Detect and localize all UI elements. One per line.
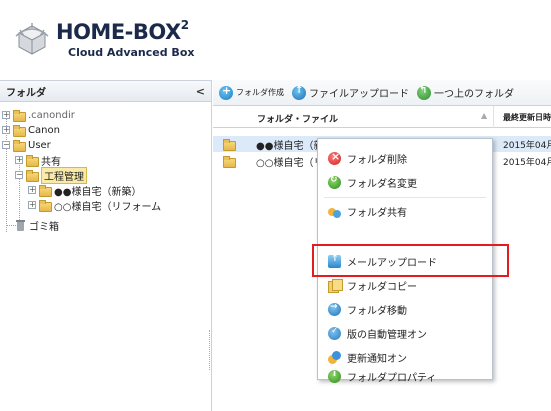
panel-resize-handle[interactable]	[209, 330, 212, 370]
column-header-name[interactable]: フォルダ・ファイル	[257, 112, 338, 125]
tree-item-user[interactable]: − User	[2, 138, 51, 152]
delete-icon	[328, 150, 341, 165]
menu-item-delete-folder[interactable]: フォルダ削除	[318, 147, 492, 169]
folder-icon	[39, 200, 52, 212]
expand-icon[interactable]: +	[28, 201, 36, 209]
brand-title: HOME-BOX2	[56, 18, 189, 44]
tree-item-canondir[interactable]: + .canondir	[2, 108, 75, 122]
rename-icon	[328, 175, 341, 189]
tree-item-house-reform[interactable]: + ○○様自宅（リフォーム	[28, 198, 161, 213]
column-divider[interactable]	[493, 106, 494, 128]
tree-item-trash[interactable]: ゴミ箱	[16, 218, 59, 233]
menu-item-share-folder[interactable]: フォルダ共有	[318, 200, 492, 222]
column-header-modified[interactable]: 最終更新日時	[503, 112, 551, 123]
box-logo-icon	[15, 23, 49, 55]
menu-item-auto-version[interactable]: 版の自動管理オン	[318, 322, 492, 344]
file-upload-button[interactable]: ファイルアップロード	[292, 85, 409, 100]
collapse-icon[interactable]: −	[15, 171, 23, 179]
folder-icon	[26, 155, 39, 167]
app-header: HOME-BOX2 Cloud Advanced Box	[0, 0, 551, 80]
auto-version-icon	[328, 326, 341, 340]
sort-ascending-icon[interactable]: ▲	[481, 111, 487, 120]
folder-icon	[13, 125, 26, 137]
menu-item-copy-folder[interactable]: フォルダコピー	[318, 274, 492, 296]
properties-icon	[328, 369, 341, 383]
menu-item-folder-properties[interactable]: フォルダプロパティ	[318, 365, 492, 387]
folder-icon	[13, 110, 26, 122]
toolbar: フォルダ作成 ファイルアップロード 一つ上のフォルダ	[213, 80, 551, 106]
menu-item-rename-folder[interactable]: フォルダ名変更	[318, 171, 492, 193]
notify-icon	[328, 350, 341, 364]
move-icon	[328, 302, 341, 316]
folder-panel-header: フォルダ <	[0, 80, 211, 102]
expand-icon[interactable]: +	[28, 186, 36, 194]
parent-folder-button[interactable]: 一つ上のフォルダ	[417, 85, 514, 100]
menu-separator	[324, 197, 486, 198]
folder-icon	[13, 140, 26, 152]
folder-icon	[223, 156, 236, 168]
add-folder-icon	[219, 84, 233, 100]
trash-icon	[16, 219, 25, 231]
create-folder-button[interactable]: フォルダ作成	[219, 84, 284, 100]
folder-tree-panel: フォルダ < + .canondir + Canon − User + 共有 −	[0, 80, 212, 411]
tree-item-process-management[interactable]: − 工程管理	[15, 166, 87, 184]
expand-icon[interactable]: +	[2, 126, 10, 134]
copy-icon	[328, 278, 343, 293]
collapse-icon[interactable]: −	[2, 141, 10, 149]
share-icon	[328, 205, 341, 218]
parent-folder-icon	[417, 85, 431, 100]
highlight-box	[312, 244, 509, 277]
folder-panel-title: フォルダ	[6, 87, 46, 99]
tree-item-canon[interactable]: + Canon	[2, 123, 60, 137]
expand-icon[interactable]: +	[15, 156, 23, 164]
tree-item-house-new[interactable]: + ●●様自宅（新築）	[28, 183, 141, 198]
folder-icon	[39, 185, 52, 197]
file-list-header: フォルダ・ファイル ▲ 最終更新日時	[213, 106, 551, 128]
folder-icon	[223, 139, 236, 151]
expand-icon[interactable]: +	[2, 111, 10, 119]
folder-tree: + .canondir + Canon − User + 共有 − 工程管理 +…	[0, 102, 211, 233]
folder-icon	[26, 170, 39, 182]
brand-subtitle: Cloud Advanced Box	[68, 46, 195, 59]
collapse-panel-button[interactable]: <	[196, 85, 205, 98]
upload-icon	[292, 85, 306, 100]
tree-item-shared[interactable]: + 共有	[15, 153, 61, 168]
menu-item-move-folder[interactable]: フォルダ移動	[318, 298, 492, 320]
